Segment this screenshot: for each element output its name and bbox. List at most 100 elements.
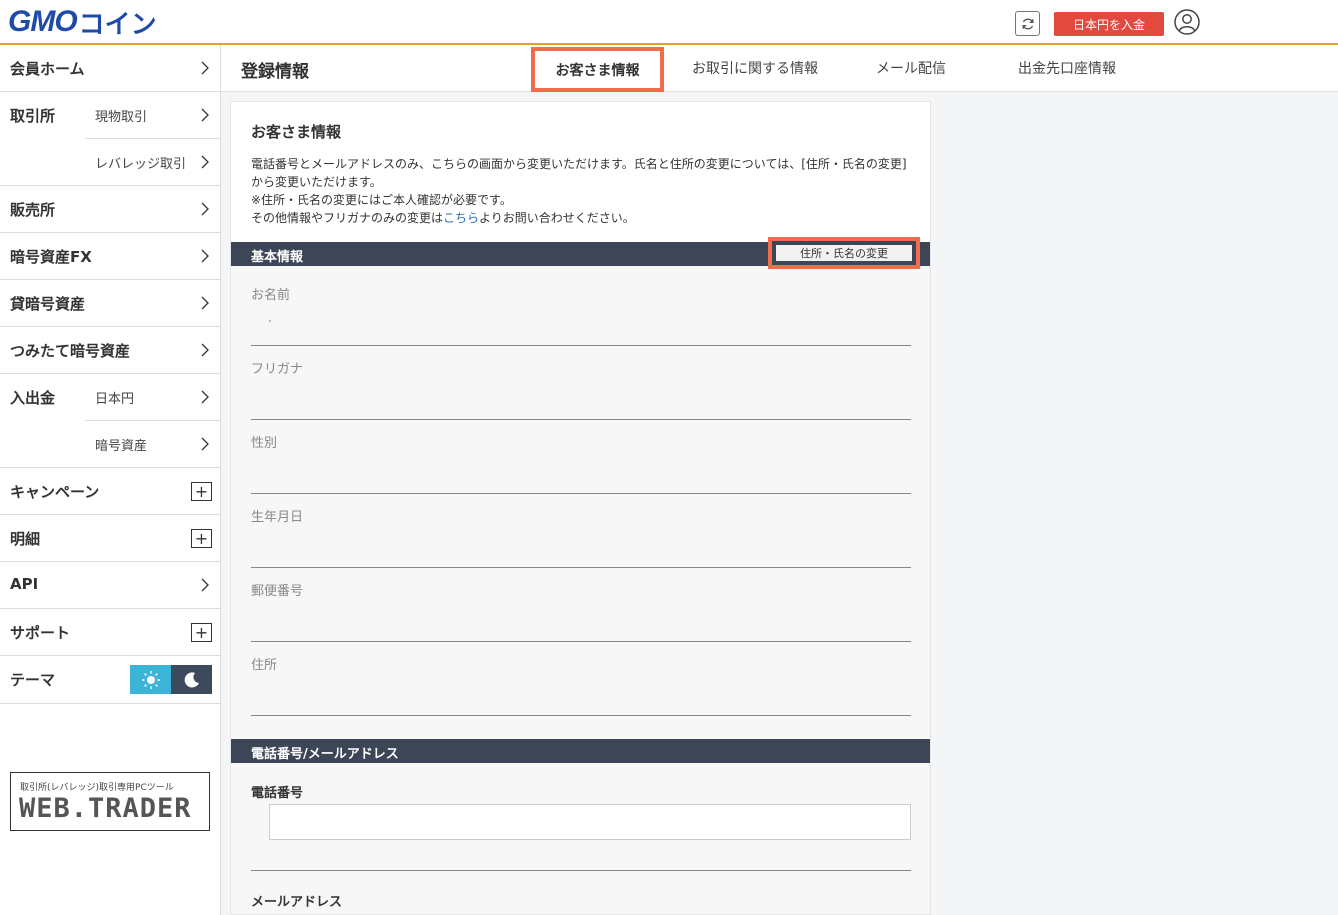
chevron-right-icon bbox=[201, 61, 209, 75]
sidebar-item-statement[interactable]: 明細 + bbox=[0, 515, 220, 562]
description-text: その他情報やフリガナのみの変更は bbox=[251, 211, 444, 225]
sidebar-item-leverage[interactable]: レバレッジ取引 bbox=[85, 139, 220, 186]
header: GMO コイン 日本円を入金 bbox=[0, 0, 1338, 45]
field-label-birthdate: 生年月日 bbox=[251, 510, 304, 525]
chevron-right-icon bbox=[201, 296, 209, 310]
logo-coin-text: コイン bbox=[78, 9, 157, 40]
sidebar-item-label: 会員ホーム bbox=[10, 60, 85, 78]
description-text: よりお問い合わせください。 bbox=[479, 211, 635, 225]
chevron-right-icon bbox=[201, 578, 209, 592]
field-label-address: 住所 bbox=[251, 658, 278, 673]
field-label-gender: 性別 bbox=[251, 436, 278, 451]
field-label-furigana: フリガナ bbox=[251, 362, 304, 377]
chevron-right-icon bbox=[201, 390, 209, 404]
sidebar-item-label: サポート bbox=[10, 624, 71, 642]
sidebar-item-support[interactable]: サポート + bbox=[0, 609, 220, 656]
tab-trading-info[interactable]: お取引に関する情報 bbox=[692, 58, 818, 78]
chevron-right-icon bbox=[201, 108, 209, 122]
chevron-right-icon bbox=[201, 343, 209, 357]
chevron-right-icon bbox=[201, 202, 209, 216]
plus-icon[interactable]: + bbox=[191, 623, 212, 642]
dark-theme-button[interactable] bbox=[171, 665, 212, 694]
sidebar-group-exchange: 取引所 現物取引 レバレッジ取引 bbox=[0, 92, 220, 186]
sidebar-item-label: 貸暗号資産 bbox=[10, 295, 86, 313]
sidebar-item-crypto[interactable]: 暗号資産 bbox=[85, 421, 220, 468]
sidebar: 会員ホーム 取引所 現物取引 レバレッジ取引 販売所 暗号資産FX 貸暗号資産 … bbox=[0, 45, 221, 915]
chevron-right-icon bbox=[201, 155, 209, 169]
description-line: 電話番号とメールアドレスのみ、こちらの画面から変更いただけます。氏名と住所の変更… bbox=[251, 157, 907, 171]
divider bbox=[251, 419, 911, 420]
tab-label: お客さま情報 bbox=[555, 62, 640, 79]
deposit-jpy-button[interactable]: 日本円を入金 bbox=[1054, 12, 1164, 36]
divider bbox=[251, 493, 911, 494]
sidebar-item-accumulate[interactable]: つみたて暗号資産 bbox=[0, 327, 220, 374]
sidebar-item-label: キャンペーン bbox=[10, 483, 100, 501]
divider bbox=[251, 870, 911, 871]
divider bbox=[251, 641, 911, 642]
customer-info-card: お客さま情報 電話番号とメールアドレスのみ、こちらの画面から変更いただけます。氏… bbox=[230, 101, 931, 915]
web-trader-banner[interactable]: 取引所(レバレッジ)取引専用PCツール WEB.TRADER bbox=[10, 772, 210, 831]
refresh-icon bbox=[1022, 18, 1033, 29]
sun-icon bbox=[141, 670, 160, 689]
phone-label: 電話番号 bbox=[251, 786, 304, 801]
sidebar-item-label: 明細 bbox=[10, 530, 41, 548]
theme-toggle[interactable] bbox=[130, 665, 212, 694]
sidebar-item-label: レバレッジ取引 bbox=[95, 157, 187, 172]
divider bbox=[251, 345, 911, 346]
tab-customer-info[interactable]: お客さま情報 bbox=[531, 47, 664, 92]
description-line: その他情報やフリガナのみの変更はこちらよりお問い合わせください。 bbox=[251, 209, 635, 226]
description-line: から変更いただけます。 bbox=[251, 175, 382, 189]
sidebar-item-jpy[interactable]: 日本円 bbox=[85, 374, 220, 421]
change-address-name-highlight: 住所・氏名の変更 bbox=[768, 237, 920, 269]
gmo-coin-logo[interactable]: GMO コイン bbox=[8, 5, 157, 40]
sidebar-item-label: テーマ bbox=[10, 671, 56, 689]
sidebar-item-label: 販売所 bbox=[10, 201, 56, 219]
plus-icon[interactable]: + bbox=[191, 529, 212, 548]
user-menu-button[interactable] bbox=[1174, 9, 1200, 35]
sidebar-item-label: 日本円 bbox=[95, 392, 135, 407]
sidebar-item-label: API bbox=[10, 575, 39, 593]
web-trader-caption: 取引所(レバレッジ)取引専用PCツール bbox=[20, 783, 174, 793]
sidebar-group-deposit-withdraw: 入出金 日本円 暗号資産 bbox=[0, 374, 220, 468]
sidebar-item-label: つみたて暗号資産 bbox=[10, 342, 131, 360]
email-label: メールアドレス bbox=[251, 895, 343, 910]
tab-withdrawal-account[interactable]: 出金先口座情報 bbox=[1018, 58, 1116, 78]
contact-link[interactable]: こちら bbox=[443, 211, 479, 225]
divider bbox=[251, 567, 911, 568]
section-title: 電話番号/メールアドレス bbox=[251, 747, 399, 762]
page-title: 登録情報 bbox=[241, 62, 309, 82]
tab-mail-delivery[interactable]: メール配信 bbox=[876, 58, 946, 78]
contact-section-header: 電話番号/メールアドレス bbox=[231, 739, 930, 763]
section-title: 基本情報 bbox=[251, 250, 304, 265]
sidebar-item-sales[interactable]: 販売所 bbox=[0, 186, 220, 233]
refresh-button[interactable] bbox=[1015, 11, 1040, 36]
logo-gmo-text: GMO bbox=[8, 5, 78, 38]
phone-input[interactable] bbox=[269, 804, 911, 840]
sidebar-item-member-home[interactable]: 会員ホーム bbox=[0, 45, 220, 92]
change-address-name-button[interactable]: 住所・氏名の変更 bbox=[776, 245, 912, 261]
sidebar-item-label: 暗号資産FX bbox=[10, 248, 92, 266]
sidebar-item-label: 暗号資産 bbox=[95, 439, 148, 454]
sidebar-item-crypto-fx[interactable]: 暗号資産FX bbox=[0, 233, 220, 280]
card-header: お客さま情報 電話番号とメールアドレスのみ、こちらの画面から変更いただけます。氏… bbox=[231, 102, 930, 242]
light-theme-button[interactable] bbox=[130, 665, 171, 694]
basic-info-section-header: 基本情報 住所・氏名の変更 bbox=[231, 237, 930, 269]
sidebar-group-label: 入出金 bbox=[10, 389, 56, 407]
plus-icon[interactable]: + bbox=[191, 482, 212, 501]
description-line: ※住所・氏名の変更にはご本人確認が必要です。 bbox=[251, 193, 512, 207]
sidebar-item-api[interactable]: API bbox=[0, 562, 220, 609]
chevron-right-icon bbox=[201, 437, 209, 451]
divider bbox=[251, 715, 911, 716]
field-label-postal-code: 郵便番号 bbox=[251, 584, 304, 599]
sidebar-item-label: 現物取引 bbox=[95, 110, 148, 125]
sidebar-group-label: 取引所 bbox=[10, 107, 56, 125]
web-trader-logo: WEB.TRADER bbox=[19, 793, 192, 824]
card-title: お客さま情報 bbox=[251, 123, 342, 141]
moon-icon bbox=[184, 671, 199, 687]
field-label-name: お名前 bbox=[251, 288, 291, 303]
sidebar-item-campaign[interactable]: キャンペーン + bbox=[0, 468, 220, 515]
sidebar-item-lending[interactable]: 貸暗号資産 bbox=[0, 280, 220, 327]
chevron-right-icon bbox=[201, 249, 209, 263]
field-value-name bbox=[269, 320, 271, 322]
sidebar-item-spot[interactable]: 現物取引 bbox=[85, 92, 220, 139]
